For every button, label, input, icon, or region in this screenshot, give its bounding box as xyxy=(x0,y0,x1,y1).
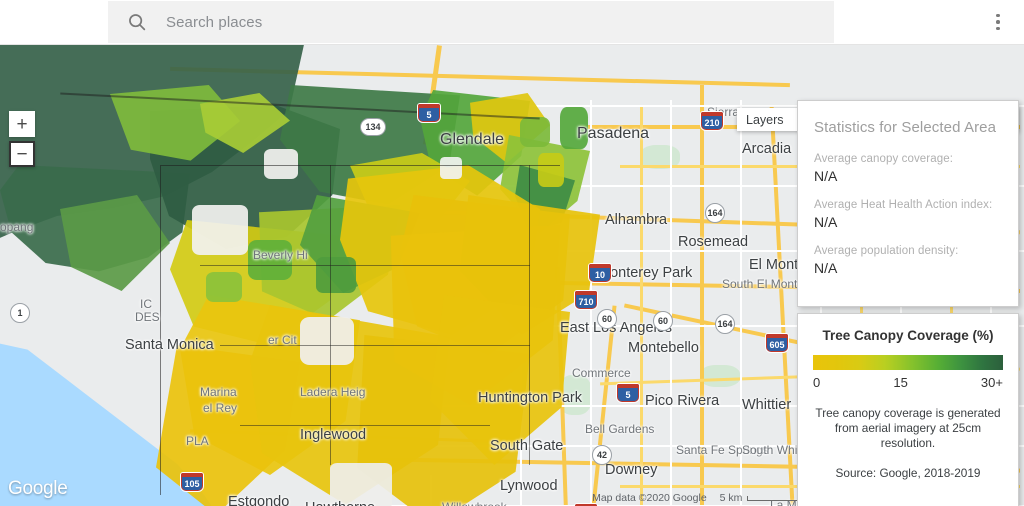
legend-tick-min: 0 xyxy=(813,375,821,390)
map-label: Santa Fe Springs xyxy=(676,443,769,457)
map-label: Marina xyxy=(200,385,237,399)
highway-shield-icon: 5 xyxy=(616,383,640,403)
highway-shield-icon: 210 xyxy=(700,111,724,131)
legend-title: Tree Canopy Coverage (%) xyxy=(822,328,994,343)
more-vert-icon[interactable] xyxy=(984,8,1012,36)
map-label: Pico Rivera xyxy=(645,393,720,409)
heat-health-index-value: N/A xyxy=(814,214,838,230)
map-label: Alhambra xyxy=(605,212,668,228)
map-label: Huntington Park xyxy=(478,390,582,406)
highway-shield-icon: 164 xyxy=(705,203,725,223)
search-input[interactable] xyxy=(166,13,834,31)
map-label: Monterey Park xyxy=(598,265,693,281)
map-label: South Gate xyxy=(490,438,564,454)
map-label: Bell Gardens xyxy=(585,422,655,436)
highway-shield-icon: 1 xyxy=(10,303,30,323)
map-label: IC xyxy=(140,297,152,311)
layers-label: Layers xyxy=(746,112,784,127)
highway-shield-icon: 60 xyxy=(597,309,617,329)
highway-shield-icon: 134 xyxy=(360,118,386,136)
map-label: Montebello xyxy=(628,340,699,356)
legend-panel: Tree Canopy Coverage (%) 0 15 30+ Tree c… xyxy=(797,313,1019,506)
map-label: Ladera Heig xyxy=(300,385,366,399)
map-label: Whittier xyxy=(742,397,792,413)
map-label: Commerce xyxy=(572,366,631,380)
map-label: Pasadena xyxy=(577,125,650,142)
highway-shield-icon: 42 xyxy=(592,445,612,465)
population-density-label: Average population density: xyxy=(814,245,959,257)
map-label: Rosemead xyxy=(678,234,749,250)
legend-source: Source: Google, 2018-2019 xyxy=(835,466,981,480)
highway-shield-icon: 5 xyxy=(417,103,441,123)
legend-gradient-bar xyxy=(813,355,1003,370)
map-label: South El Monte xyxy=(722,277,805,291)
map-label: Santa Monica xyxy=(125,337,214,353)
map-scale-label: 5 km xyxy=(719,492,743,504)
statistics-title: Statistics for Selected Area xyxy=(814,119,997,136)
population-density-value: N/A xyxy=(814,260,838,276)
map-label: er Cit xyxy=(268,333,297,347)
legend-description: Tree canopy coverage is generated from a… xyxy=(815,406,1001,450)
search-bar[interactable] xyxy=(108,1,834,43)
legend-tick-max: 30+ xyxy=(980,375,1003,390)
search-icon xyxy=(129,14,146,31)
highway-shield-icon: 164 xyxy=(715,314,735,334)
highway-shield-icon: 60 xyxy=(653,311,673,331)
canopy-coverage-label: Average canopy coverage: xyxy=(814,153,954,165)
zoom-out-button[interactable]: − xyxy=(9,141,35,167)
map-label: PLA xyxy=(186,434,209,448)
map-label: Beverly Hi xyxy=(253,248,308,262)
map-label: Glendale xyxy=(440,131,505,148)
legend-tick-mid: 15 xyxy=(893,375,908,390)
highway-shield-icon: 105 xyxy=(180,472,204,492)
highway-shield-icon: 605 xyxy=(765,333,789,353)
statistics-panel: Statistics for Selected Area Average can… xyxy=(797,100,1019,307)
map-label: Inglewood xyxy=(300,427,367,443)
zoom-controls[interactable]: + − xyxy=(9,111,35,167)
zoom-in-button[interactable]: + xyxy=(9,111,35,137)
legend-tick-labels: 0 15 30+ xyxy=(813,375,1003,390)
highway-shield-icon: 10 xyxy=(588,263,612,283)
map-label: el Rey xyxy=(203,401,238,415)
map-canvas[interactable]: PasadenaGlendaleSierraArcadiaDuarteAlham… xyxy=(0,45,1024,506)
top-toolbar xyxy=(0,0,1024,45)
map-data-credit: Map data ©2020 Google xyxy=(592,492,707,504)
map-label: Arcadia xyxy=(742,141,792,157)
map-label: Downey xyxy=(605,462,658,478)
map-label: opang xyxy=(0,220,34,234)
canopy-coverage-value: N/A xyxy=(814,168,838,184)
highway-shield-icon: 710 xyxy=(574,290,598,310)
heat-health-index-label: Average Heat Health Action index: xyxy=(814,199,993,211)
map-label: DES xyxy=(135,310,160,324)
